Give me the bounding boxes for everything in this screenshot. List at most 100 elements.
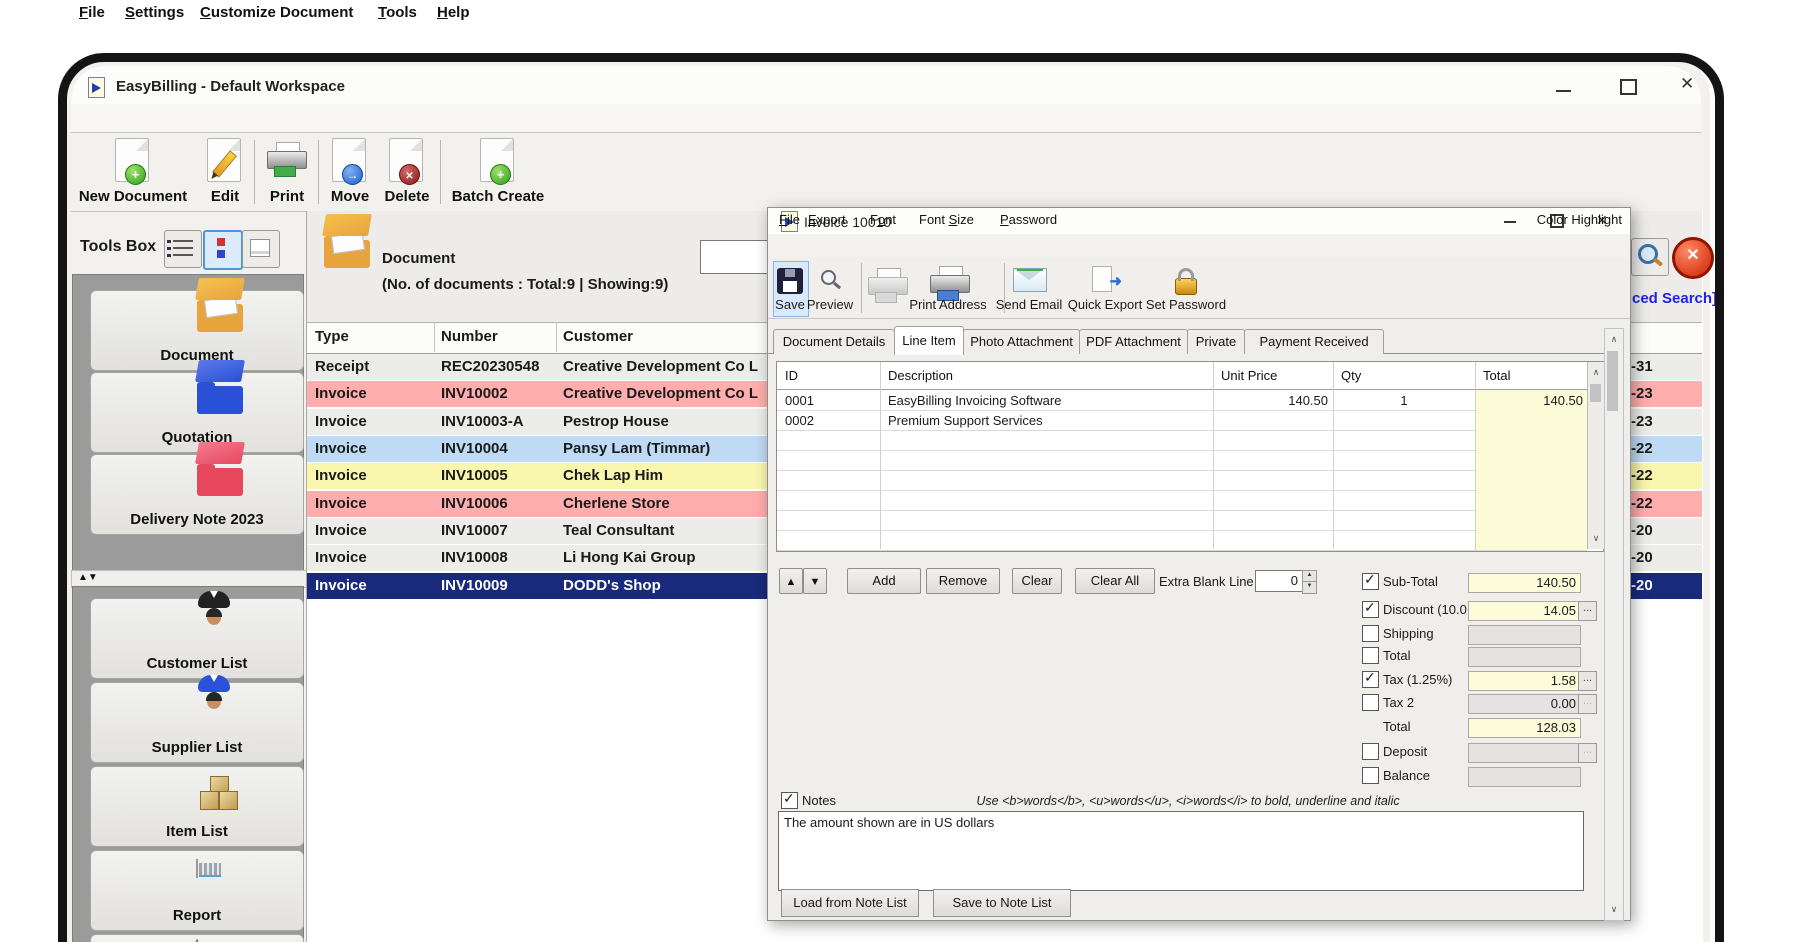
scrollbar-thumb[interactable]: [1607, 351, 1618, 411]
column-number[interactable]: Number: [441, 328, 498, 345]
advanced-search-link[interactable]: ced Search]: [1632, 290, 1717, 307]
sidebar-item-report[interactable]: Report: [90, 850, 304, 931]
tab-photo-attachment[interactable]: Photo Attachment: [963, 329, 1080, 354]
column-separator[interactable]: [434, 322, 435, 352]
subtotal-checkbox[interactable]: ✓: [1362, 573, 1379, 590]
preview-icon[interactable]: [819, 269, 841, 291]
sidebar-item-quotation[interactable]: Quotation: [90, 372, 304, 453]
line-item-row[interactable]: 0002 Premium Support Services: [777, 410, 1587, 431]
total1-checkbox[interactable]: ✓: [1362, 647, 1379, 664]
discount-value[interactable]: 14.05: [1468, 601, 1581, 621]
print-address-button[interactable]: Print Address: [908, 297, 988, 312]
line-item-row-empty[interactable]: [777, 510, 1587, 531]
tab-line-item[interactable]: Line Item: [894, 326, 964, 355]
column-separator[interactable]: [556, 322, 557, 352]
color-highlight-label[interactable]: Color Highlight: [1537, 212, 1622, 227]
batch-create-button[interactable]: Batch Create: [438, 136, 558, 205]
sidebar-item-customer-list[interactable]: Customer List: [90, 598, 304, 679]
notes-label: Notes: [802, 793, 836, 808]
view-tiles-button[interactable]: [203, 230, 243, 270]
scroll-up-icon[interactable]: [1588, 364, 1604, 381]
load-from-note-list-button[interactable]: Load from Note List: [781, 889, 919, 917]
save-to-note-list-button[interactable]: Save to Note List: [933, 889, 1071, 917]
line-item-scrollbar[interactable]: [1587, 362, 1604, 549]
discount-checkbox[interactable]: ✓: [1362, 601, 1379, 618]
set-password-icon[interactable]: [1175, 278, 1197, 295]
menu-help[interactable]: Help: [437, 4, 470, 21]
tax2-row: ✓ Tax 2 0.00: [768, 694, 1630, 714]
column-type[interactable]: Type: [315, 328, 349, 345]
toolbar-separator: [440, 140, 441, 204]
sidebar-item-document[interactable]: Document: [90, 290, 304, 371]
notes-textarea[interactable]: The amount shown are in US dollars: [778, 811, 1584, 891]
preview-button[interactable]: Preview: [806, 297, 854, 312]
scroll-down-icon[interactable]: [1605, 901, 1623, 918]
document-delete-icon: [377, 136, 437, 186]
menu-settings[interactable]: Settings: [125, 4, 184, 21]
notes-checkbox[interactable]: ✓: [781, 792, 798, 809]
document-add-icon: [438, 136, 558, 186]
print-address-icon[interactable]: [930, 266, 968, 298]
document-add-icon: [73, 136, 193, 186]
deposit-more-button: [1578, 743, 1597, 763]
sidebar-item-delivery-note[interactable]: Delivery Note 2023: [90, 454, 304, 535]
tab-pdf-attachment[interactable]: PDF Attachment: [1079, 329, 1188, 354]
subtotal-value[interactable]: 140.50: [1468, 573, 1581, 593]
print-button[interactable]: Print: [258, 136, 316, 205]
line-item-row-empty[interactable]: [777, 470, 1587, 491]
close-icon[interactable]: [1680, 75, 1694, 92]
send-email-button[interactable]: Send Email: [993, 297, 1065, 312]
dialog-minimize-icon[interactable]: [1504, 221, 1516, 223]
clear-search-button[interactable]: [1672, 237, 1714, 279]
tax2-checkbox[interactable]: ✓: [1362, 694, 1379, 711]
tax-value[interactable]: 1.58: [1468, 671, 1581, 691]
menu-tools[interactable]: Tools: [378, 4, 417, 21]
column-customer[interactable]: Customer: [563, 328, 633, 345]
search-button[interactable]: [1631, 238, 1669, 276]
sidebar-item-supplier-list[interactable]: Supplier List: [90, 682, 304, 763]
sidebar-item-partial[interactable]: [90, 934, 304, 942]
discount-more-button[interactable]: [1578, 601, 1597, 621]
new-document-button[interactable]: New Document: [73, 136, 193, 205]
send-email-icon[interactable]: [1013, 268, 1047, 292]
sidebar-item-item-list[interactable]: Item List: [90, 766, 304, 847]
scrollbar-thumb[interactable]: [1590, 384, 1601, 402]
dialog-menu-file[interactable]: File: [779, 212, 800, 227]
quick-export-icon[interactable]: [1090, 266, 1120, 292]
menu-customize-document[interactable]: Customize Document: [200, 4, 353, 21]
line-item-row-empty[interactable]: [777, 450, 1587, 471]
scroll-down-icon[interactable]: [1588, 530, 1604, 547]
edit-button[interactable]: Edit: [195, 136, 255, 205]
deposit-checkbox[interactable]: ✓: [1362, 743, 1379, 760]
view-list-button[interactable]: [164, 230, 202, 268]
move-button[interactable]: Move: [321, 136, 379, 205]
view-blank-button[interactable]: [242, 230, 280, 268]
delete-button[interactable]: Delete: [377, 136, 437, 205]
dialog-menu-font-size[interactable]: Font Size: [919, 212, 974, 227]
dialog-scrollbar[interactable]: [1604, 328, 1624, 921]
line-item-row-empty[interactable]: [777, 490, 1587, 511]
toolbar-separator: [318, 140, 319, 204]
tab-document-details[interactable]: Document Details: [773, 329, 895, 354]
dialog-menu-password[interactable]: Password: [1000, 212, 1057, 227]
shipping-checkbox[interactable]: ✓: [1362, 625, 1379, 642]
dialog-menu-font[interactable]: Font: [870, 212, 896, 227]
tab-payment-received[interactable]: Payment Received: [1244, 329, 1384, 354]
line-item-row-empty[interactable]: [777, 430, 1587, 451]
quick-export-button[interactable]: Quick Export: [1063, 297, 1147, 312]
document-count: (No. of documents : Total:9 | Showing:9): [382, 276, 668, 293]
li-col-qty: Qty: [1341, 368, 1361, 383]
balance-checkbox[interactable]: ✓: [1362, 767, 1379, 784]
dialog-menu-export[interactable]: Export: [808, 212, 846, 227]
scroll-up-icon[interactable]: [1605, 331, 1623, 348]
minimize-icon[interactable]: [1556, 90, 1571, 92]
tab-private[interactable]: Private: [1187, 329, 1245, 354]
menu-file[interactable]: File: [79, 4, 105, 21]
line-item-row[interactable]: 0001 EasyBilling Invoicing Software 140.…: [777, 390, 1587, 411]
tax-checkbox[interactable]: ✓: [1362, 671, 1379, 688]
balance-row: ✓ Balance: [768, 767, 1630, 787]
set-password-button[interactable]: Set Password: [1143, 297, 1229, 312]
maximize-icon[interactable]: [1620, 79, 1637, 95]
tax-more-button[interactable]: [1578, 671, 1597, 691]
line-item-row-empty[interactable]: [777, 530, 1587, 551]
